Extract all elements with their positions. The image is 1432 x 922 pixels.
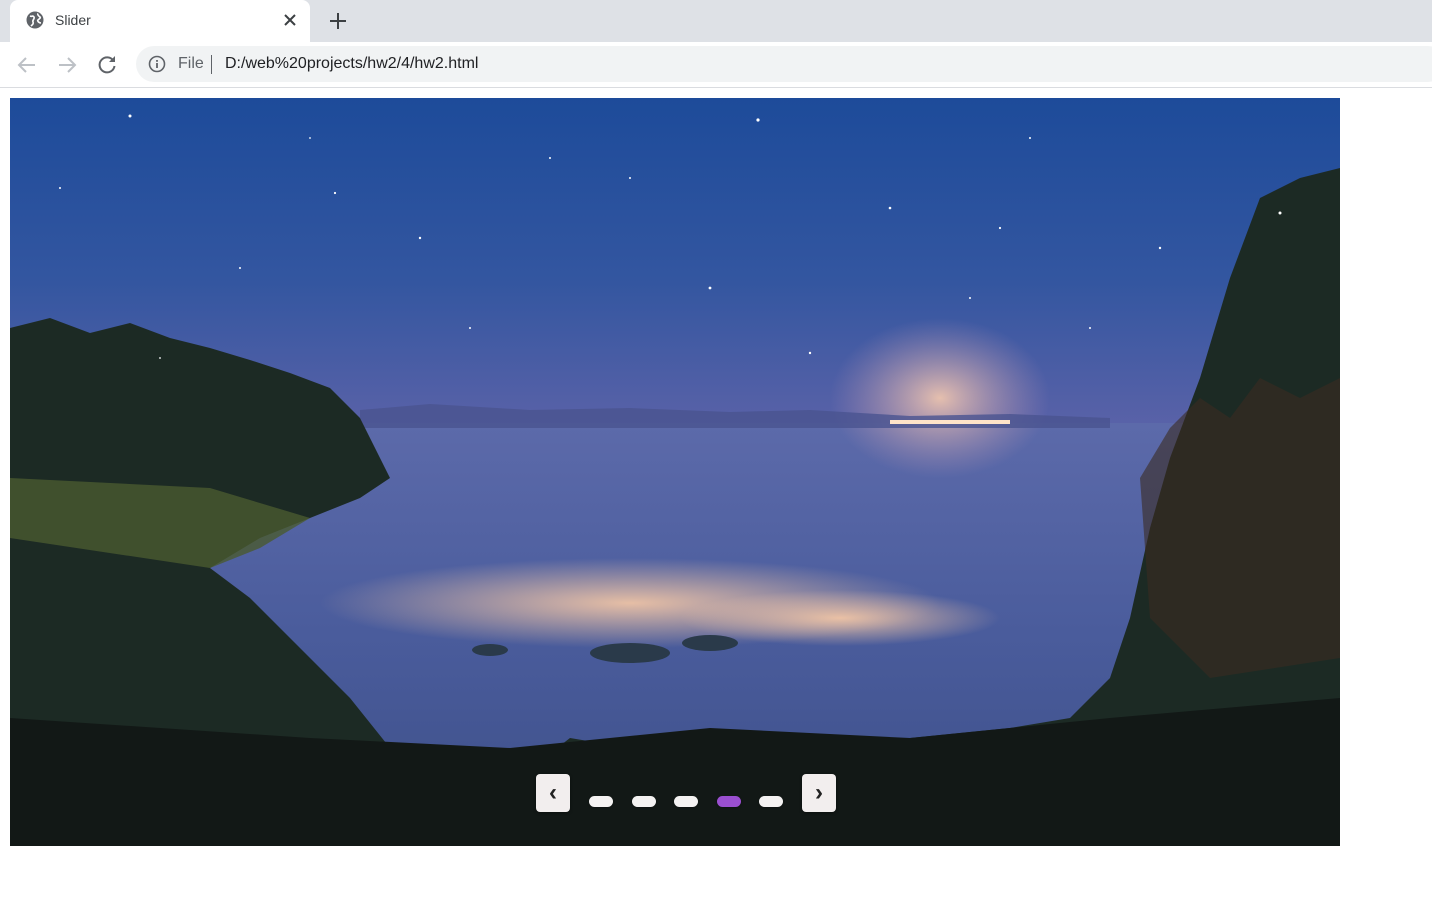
prev-slide-button[interactable]: ‹ [536, 774, 570, 812]
forward-arrow-icon[interactable] [55, 53, 79, 77]
info-icon[interactable] [148, 55, 166, 73]
tab-title: Slider [55, 12, 91, 28]
url-scheme-label: File [178, 55, 204, 72]
url-text[interactable]: D:/web%20projects/hw2/4/hw2.html [225, 55, 478, 73]
slide-dot-1[interactable] [589, 796, 613, 807]
slide-dot-3[interactable] [674, 796, 698, 807]
reload-icon[interactable] [95, 53, 119, 77]
back-arrow-icon[interactable] [15, 53, 39, 77]
close-icon[interactable] [280, 10, 300, 30]
browser-tab[interactable]: Slider [10, 0, 310, 42]
plus-icon[interactable] [326, 9, 350, 33]
globe-icon [26, 11, 44, 29]
slide-dot-2[interactable] [632, 796, 656, 807]
url-separator [211, 55, 212, 74]
slide-dot-5[interactable] [759, 796, 783, 807]
slide-image [10, 98, 1340, 846]
browser-toolbar: File D:/web%20projects/hw2/4/hw2.html [0, 42, 1432, 88]
next-slide-button[interactable]: › [802, 774, 836, 812]
address-bar[interactable]: File D:/web%20projects/hw2/4/hw2.html [136, 46, 1432, 82]
image-slider: ‹ › [10, 98, 1340, 846]
slide-dot-4[interactable] [717, 796, 741, 807]
tab-strip: Slider [0, 0, 1432, 42]
